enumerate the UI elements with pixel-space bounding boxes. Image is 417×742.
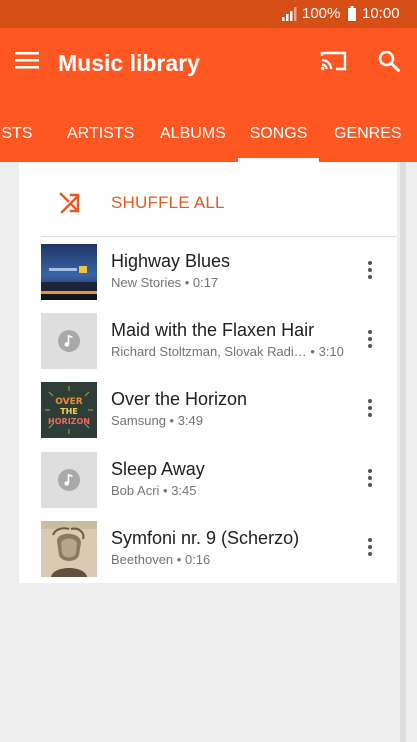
- page-title: Music library: [58, 50, 200, 76]
- cover-text-the: THE: [60, 407, 78, 416]
- song-row-maid-with-the-flaxen-hair[interactable]: Maid with the Flaxen Hair Richard Stoltz…: [19, 306, 397, 376]
- cover-text-horizon: HORIZON: [48, 417, 90, 426]
- song-artist: New Stories: [111, 275, 182, 290]
- songs-list: SHUFFLE ALL Highway Blues New Stories • …: [19, 162, 397, 583]
- song-subtitle: Richard Stoltzman, Slovak Radi… • 3:10: [111, 344, 344, 359]
- signal-icon: [282, 7, 297, 21]
- more-options-icon[interactable]: [364, 259, 376, 281]
- app-bar: Music library LISTS ARTISTS ALBUMS SONGS…: [0, 28, 417, 162]
- battery-percent: 100%: [302, 5, 341, 22]
- battery-icon: [348, 6, 356, 21]
- tab-playlists[interactable]: LISTS: [0, 108, 42, 162]
- album-art: OVER THE HORIZON: [41, 382, 97, 438]
- song-row-over-the-horizon[interactable]: OVER THE HORIZON Over the Horizon Samsun…: [19, 375, 397, 445]
- song-artist: Bob Acri: [111, 483, 160, 498]
- tab-genres[interactable]: GENRES: [334, 108, 414, 162]
- song-duration: 0:17: [192, 275, 219, 290]
- more-options-icon[interactable]: [364, 397, 376, 419]
- song-subtitle: Samsung • 3:49: [111, 413, 204, 428]
- song-title: Highway Blues: [111, 251, 231, 271]
- song-duration: 3:45: [171, 483, 197, 498]
- search-icon[interactable]: [377, 49, 401, 73]
- music-note-placeholder-icon: [41, 313, 97, 369]
- tab-albums[interactable]: ALBUMS: [160, 108, 226, 162]
- cover-text-over: OVER: [55, 397, 83, 407]
- song-row-sleep-away[interactable]: Sleep Away Bob Acri • 3:45: [19, 445, 397, 515]
- song-row-symfoni-nr-9[interactable]: Symfoni nr. 9 (Scherzo) Beethoven • 0:16: [19, 514, 397, 584]
- song-artist: Samsung: [111, 413, 166, 428]
- song-duration: 0:16: [184, 552, 211, 567]
- shuffle-all-button[interactable]: SHUFFLE ALL: [19, 162, 397, 236]
- song-row-highway-blues[interactable]: Highway Blues New Stories • 0:17: [19, 237, 397, 307]
- album-art: [41, 244, 97, 300]
- song-duration: 3:49: [177, 413, 204, 428]
- status-time: 10:00: [362, 5, 400, 22]
- album-art: [41, 521, 97, 577]
- more-options-icon[interactable]: [364, 467, 376, 489]
- music-note-placeholder-icon: [41, 452, 97, 508]
- status-bar: 100% 10:00: [0, 0, 417, 28]
- song-title: Maid with the Flaxen Hair: [111, 320, 315, 340]
- song-title: Sleep Away: [111, 459, 205, 479]
- tab-bar: LISTS ARTISTS ALBUMS SONGS GENRES: [0, 108, 417, 162]
- tab-artists[interactable]: ARTISTS: [67, 108, 134, 162]
- song-artist: Beethoven: [111, 552, 174, 567]
- song-subtitle: Bob Acri • 3:45: [111, 483, 197, 498]
- shuffle-icon: [59, 192, 80, 214]
- song-subtitle: Beethoven • 0:16: [111, 552, 211, 567]
- tab-songs[interactable]: SONGS: [238, 108, 319, 162]
- song-duration: 3:10: [318, 344, 344, 359]
- more-options-icon[interactable]: [364, 536, 376, 558]
- song-title: Symfoni nr. 9 (Scherzo): [111, 528, 300, 548]
- song-artist: Richard Stoltzman, Slovak Radi…: [111, 344, 307, 359]
- song-subtitle: New Stories • 0:17: [111, 275, 219, 290]
- cast-icon[interactable]: [320, 50, 347, 72]
- shuffle-all-label: SHUFFLE ALL: [111, 193, 225, 212]
- more-options-icon[interactable]: [364, 328, 376, 350]
- menu-icon[interactable]: [15, 50, 39, 70]
- song-title: Over the Horizon: [111, 389, 248, 409]
- scrollbar[interactable]: [400, 162, 406, 742]
